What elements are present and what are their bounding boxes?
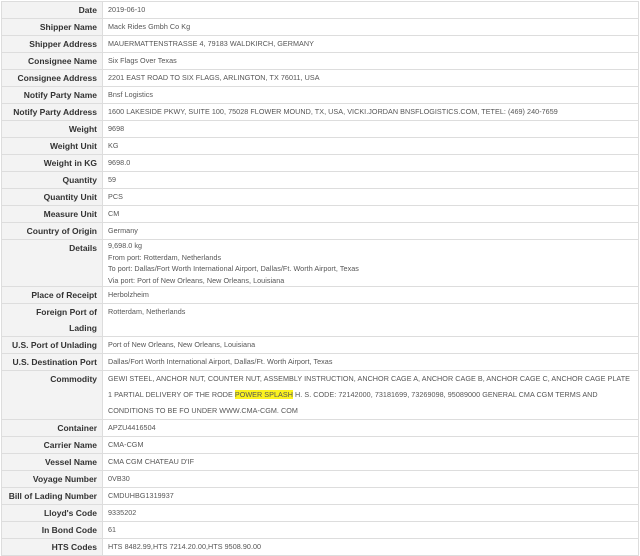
row-value: HTS 8482.99,HTS 7214.20.00,HTS 9508.90.0… xyxy=(102,538,639,556)
commodity-highlight: POWER SPLASH xyxy=(234,390,293,399)
row-label: Bill of Lading Number xyxy=(1,487,103,505)
row-label: Voyage Number xyxy=(1,470,103,488)
table-row: Lloyd's Code 9335202 xyxy=(1,504,639,522)
table-row: Consignee Address 2201 EAST ROAD TO SIX … xyxy=(1,69,639,87)
row-label: Weight xyxy=(1,120,103,138)
details-value: 9,698.0 kg From port: Rotterdam, Netherl… xyxy=(102,239,639,287)
table-row: Country of Origin Germany xyxy=(1,222,639,240)
row-value: PCS xyxy=(102,188,639,206)
row-value: Dallas/Fort Worth International Airport,… xyxy=(102,353,639,371)
row-value: 9698 xyxy=(102,120,639,138)
table-row: Notify Party Address 1600 LAKESIDE PKWY,… xyxy=(1,103,639,121)
row-value: Germany xyxy=(102,222,639,240)
shipment-details-table: Date 2019-06-10 Shipper Name Mack Rides … xyxy=(1,1,639,556)
row-label: In Bond Code xyxy=(1,521,103,539)
row-label: U.S. Destination Port xyxy=(1,353,103,371)
table-row: Weight Unit KG xyxy=(1,137,639,155)
row-value: Port of New Orleans, New Orleans, Louisi… xyxy=(102,336,639,354)
row-label: Country of Origin xyxy=(1,222,103,240)
row-value: 59 xyxy=(102,171,639,189)
details-weight: 9,698.0 kg xyxy=(108,241,143,250)
table-row: Container APZU4416504 xyxy=(1,419,639,437)
details-via-port: Via port: Port of New Orleans, New Orlea… xyxy=(108,275,285,285)
table-row: Shipper Name Mack Rides Gmbh Co Kg xyxy=(1,18,639,36)
table-row: HTS Codes HTS 8482.99,HTS 7214.20.00,HTS… xyxy=(1,538,639,556)
row-value: 9698.0 xyxy=(102,154,639,172)
row-label: Weight in KG xyxy=(1,154,103,172)
row-label: Quantity Unit xyxy=(1,188,103,206)
table-row: Carrier Name CMA-CGM xyxy=(1,436,639,454)
row-value: 0VB30 xyxy=(102,470,639,488)
row-label: Weight Unit xyxy=(1,137,103,155)
row-value: 9335202 xyxy=(102,504,639,522)
row-value: 1600 LAKESIDE PKWY, SUITE 100, 75028 FLO… xyxy=(102,103,639,121)
row-label: Quantity xyxy=(1,171,103,189)
row-label: HTS Codes xyxy=(1,538,103,556)
table-row: Quantity Unit PCS xyxy=(1,188,639,206)
row-value: 2201 EAST ROAD TO SIX FLAGS, ARLINGTON, … xyxy=(102,69,639,87)
table-row: Measure Unit CM xyxy=(1,205,639,223)
row-label: Container xyxy=(1,419,103,437)
row-value: KG xyxy=(102,137,639,155)
row-label: Date xyxy=(1,1,103,19)
row-label: Foreign Port of Lading xyxy=(1,303,103,337)
table-row: In Bond Code 61 xyxy=(1,521,639,539)
commodity-row: Commodity GEWI STEEL, ANCHOR NUT, COUNTE… xyxy=(1,370,639,420)
row-value: CMDUHBG1319937 xyxy=(102,487,639,505)
table-row: Shipper Address MAUERMATTENSTRASSE 4, 79… xyxy=(1,35,639,53)
details-to-port: To port: Dallas/Fort Worth International… xyxy=(108,264,359,273)
details-row: Details 9,698.0 kg From port: Rotterdam,… xyxy=(1,239,639,287)
row-value: CMA-CGM xyxy=(102,436,639,454)
row-label: Measure Unit xyxy=(1,205,103,223)
row-label: Lloyd's Code xyxy=(1,504,103,522)
table-row: Weight in KG 9698.0 xyxy=(1,154,639,172)
table-row: Consignee Name Six Flags Over Texas xyxy=(1,52,639,70)
details-from-port: From port: Rotterdam, Netherlands xyxy=(108,252,222,262)
table-row: U.S. Port of Unlading Port of New Orlean… xyxy=(1,336,639,354)
table-row: Foreign Port of Lading Rotterdam, Nether… xyxy=(1,303,639,337)
row-value: Rotterdam, Netherlands xyxy=(102,303,639,337)
row-label: Consignee Name xyxy=(1,52,103,70)
row-label: U.S. Port of Unlading xyxy=(1,336,103,354)
table-row: Vessel Name CMA CGM CHATEAU D'IF xyxy=(1,453,639,471)
row-label: Shipper Address xyxy=(1,35,103,53)
row-label: Notify Party Name xyxy=(1,86,103,104)
row-label: Carrier Name xyxy=(1,436,103,454)
row-label: Place of Receipt xyxy=(1,286,103,304)
commodity-value: GEWI STEEL, ANCHOR NUT, COUNTER NUT, ASS… xyxy=(102,370,639,420)
table-row: Quantity 59 xyxy=(1,171,639,189)
row-label: Shipper Name xyxy=(1,18,103,36)
table-row: Bill of Lading Number CMDUHBG1319937 xyxy=(1,487,639,505)
row-value: APZU4416504 xyxy=(102,419,639,437)
row-value: Six Flags Over Texas xyxy=(102,52,639,70)
table-row: Notify Party Name Bnsf Logistics xyxy=(1,86,639,104)
details-label: Details xyxy=(1,239,103,287)
table-row: Date 2019-06-10 xyxy=(1,1,639,19)
row-value: Bnsf Logistics xyxy=(102,86,639,104)
row-label: Vessel Name xyxy=(1,453,103,471)
row-value: 61 xyxy=(102,521,639,539)
table-row: Weight 9698 xyxy=(1,120,639,138)
row-value: Mack Rides Gmbh Co Kg xyxy=(102,18,639,36)
shipment-record-page: Date 2019-06-10 Shipper Name Mack Rides … xyxy=(0,0,640,556)
row-value: 2019-06-10 xyxy=(102,1,639,19)
table-row: Place of Receipt Herbolzheim xyxy=(1,286,639,304)
row-value: CMA CGM CHATEAU D'IF xyxy=(102,453,639,471)
row-value: CM xyxy=(102,205,639,223)
table-row: U.S. Destination Port Dallas/Fort Worth … xyxy=(1,353,639,371)
commodity-label: Commodity xyxy=(1,370,103,420)
row-label: Notify Party Address xyxy=(1,103,103,121)
table-row: Voyage Number 0VB30 xyxy=(1,470,639,488)
row-value: Herbolzheim xyxy=(102,286,639,304)
row-label: Consignee Address xyxy=(1,69,103,87)
row-value: MAUERMATTENSTRASSE 4, 79183 WALDKIRCH, G… xyxy=(102,35,639,53)
